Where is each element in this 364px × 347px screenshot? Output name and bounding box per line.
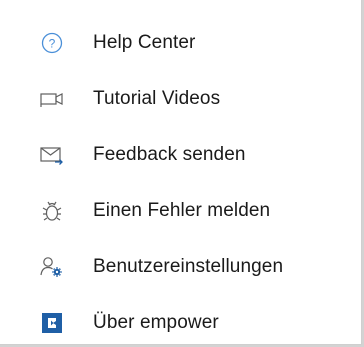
user-settings-icon bbox=[38, 255, 66, 279]
menu-item-user-settings[interactable]: Benutzereinstellungen bbox=[0, 245, 361, 289]
menu-item-feedback[interactable]: Feedback senden bbox=[0, 133, 361, 177]
menu-item-label: Über empower bbox=[93, 312, 219, 333]
empower-logo-icon bbox=[38, 311, 66, 335]
svg-text:?: ? bbox=[49, 37, 56, 51]
envelope-send-icon bbox=[38, 143, 66, 167]
bug-icon bbox=[38, 199, 66, 223]
help-circle-icon: ? bbox=[38, 31, 66, 55]
menu-item-label: Help Center bbox=[93, 32, 196, 53]
menu-item-label: Benutzereinstellungen bbox=[93, 256, 284, 277]
menu-item-about-empower[interactable]: Über empower bbox=[0, 301, 361, 345]
menu-item-label: Tutorial Videos bbox=[93, 88, 221, 109]
menu-item-help-center[interactable]: ? Help Center bbox=[0, 21, 361, 65]
help-menu: ? Help Center Tutorial Videos Feedback s… bbox=[0, 0, 362, 345]
video-camera-icon bbox=[38, 87, 66, 111]
menu-item-report-bug[interactable]: Einen Fehler melden bbox=[0, 189, 361, 233]
menu-item-label: Feedback senden bbox=[93, 144, 246, 165]
menu-item-tutorial-videos[interactable]: Tutorial Videos bbox=[0, 77, 361, 121]
menu-item-label: Einen Fehler melden bbox=[93, 200, 271, 221]
